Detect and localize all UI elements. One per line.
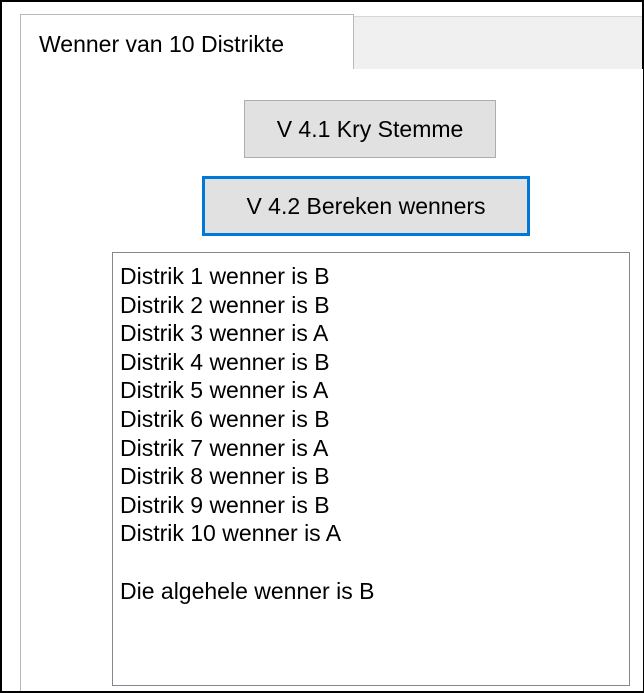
tab-district-winners[interactable]: Wenner van 10 Distrikte	[20, 14, 354, 70]
results-memo[interactable]: Distrik 1 wenner is B Distrik 2 wenner i…	[112, 252, 630, 686]
result-line: Distrik 3 wenner is A	[120, 320, 329, 347]
result-line: Distrik 8 wenner is B	[120, 463, 330, 490]
result-line: Distrik 1 wenner is B	[120, 263, 330, 289]
overall-winner-line: Die algehele wenner is B	[120, 577, 375, 604]
result-line: Distrik 10 wenner is A	[120, 520, 342, 547]
tab-strip-background	[354, 16, 642, 70]
result-line: Distrik 9 wenner is B	[120, 491, 330, 518]
calculate-winners-button[interactable]: V 4.2 Bereken wenners	[202, 176, 530, 236]
window-frame: Wenner van 10 Distrikte V 4.1 Kry Stemme…	[0, 0, 644, 693]
result-line: Distrik 2 wenner is B	[120, 291, 330, 318]
result-line: Distrik 4 wenner is B	[120, 348, 330, 375]
result-line: Distrik 5 wenner is A	[120, 377, 329, 404]
tab-strip: Wenner van 10 Distrikte	[2, 2, 642, 70]
tab-label: Wenner van 10 Distrikte	[39, 31, 285, 57]
result-line: Distrik 6 wenner is B	[120, 405, 330, 432]
get-votes-button[interactable]: V 4.1 Kry Stemme	[244, 100, 496, 158]
result-line: Distrik 7 wenner is A	[120, 434, 329, 461]
